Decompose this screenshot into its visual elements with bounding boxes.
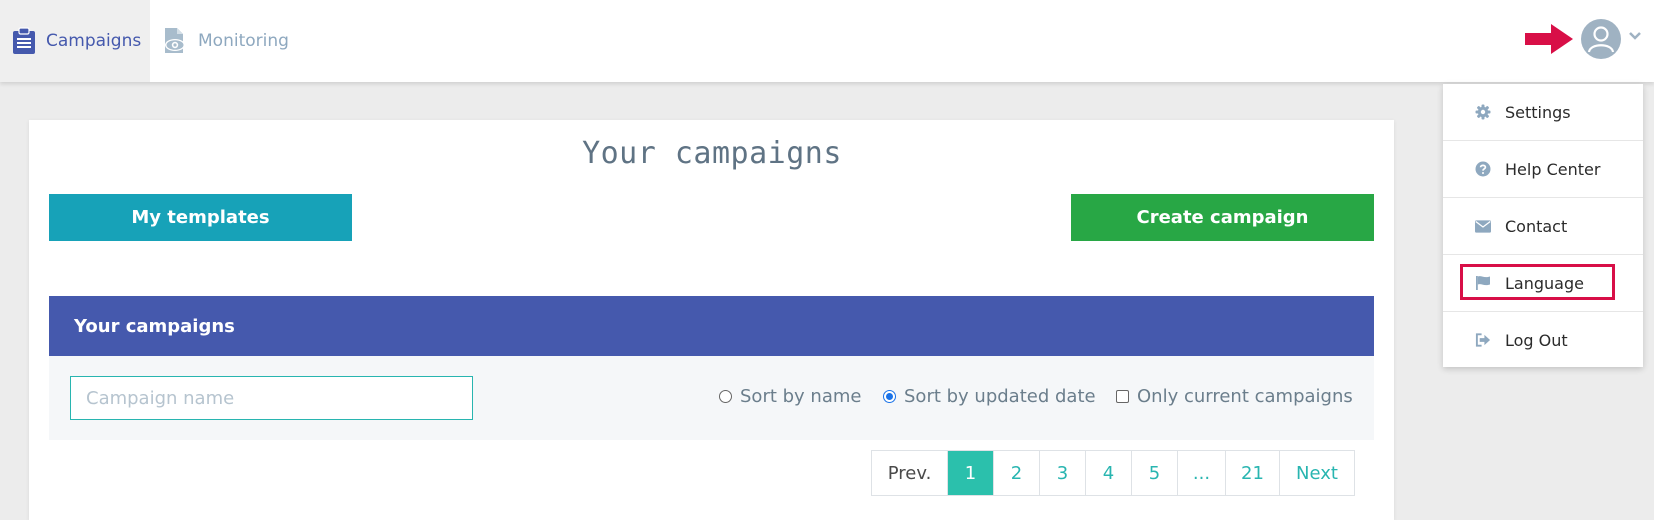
panel-header: Your campaigns [49, 296, 1374, 356]
menu-item-language[interactable]: Language [1443, 255, 1643, 311]
sort-by-updated-radio[interactable] [883, 390, 896, 403]
only-current-label: Only current campaigns [1137, 386, 1353, 407]
gear-icon [1475, 104, 1491, 120]
menu-item-settings-label: Settings [1505, 102, 1571, 122]
pagination-page-4[interactable]: 4 [1086, 451, 1132, 495]
sort-by-name-label: Sort by name [740, 386, 862, 407]
menu-item-help-center-label: Help Center [1505, 159, 1601, 179]
create-campaign-button[interactable]: Create campaign [1071, 194, 1374, 241]
menu-item-language-label: Language [1505, 273, 1584, 293]
tab-monitoring-label: Monitoring [198, 31, 289, 51]
sort-by-updated-option[interactable]: Sort by updated date [883, 386, 1096, 407]
pagination-page-3[interactable]: 3 [1040, 451, 1086, 495]
logout-icon [1475, 332, 1491, 348]
menu-item-log-out-label: Log Out [1505, 330, 1568, 350]
pagination-next[interactable]: Next [1280, 451, 1354, 495]
pagination-ellipsis: ... [1178, 451, 1226, 495]
document-eye-icon [165, 28, 185, 53]
pagination-prev[interactable]: Prev. [872, 451, 948, 495]
pagination-page-1[interactable]: 1 [948, 451, 994, 495]
pagination-page-5[interactable]: 5 [1132, 451, 1178, 495]
user-avatar-icon[interactable] [1581, 19, 1621, 59]
pagination-page-21[interactable]: 21 [1226, 451, 1280, 495]
user-dropdown-menu: Settings Help Center Contact Language Lo… [1443, 84, 1643, 367]
arrow-right-icon [1525, 24, 1573, 54]
page-title: Your campaigns [582, 136, 842, 171]
menu-item-contact-label: Contact [1505, 216, 1568, 236]
my-templates-button[interactable]: My templates [49, 194, 352, 241]
sort-by-name-radio[interactable] [719, 390, 732, 403]
menu-item-log-out[interactable]: Log Out [1443, 312, 1643, 368]
only-current-option[interactable]: Only current campaigns [1116, 386, 1353, 407]
tab-campaigns-label: Campaigns [46, 31, 142, 51]
sort-by-updated-label: Sort by updated date [904, 386, 1096, 407]
envelope-icon [1475, 218, 1491, 234]
question-circle-icon [1475, 161, 1491, 177]
tab-campaigns[interactable]: Campaigns [0, 0, 150, 82]
menu-item-contact[interactable]: Contact [1443, 198, 1643, 254]
pagination: Prev. 1 2 3 4 5 ... 21 Next [871, 450, 1355, 496]
campaign-name-input[interactable] [70, 376, 473, 420]
only-current-checkbox[interactable] [1116, 390, 1129, 403]
pagination-page-2[interactable]: 2 [994, 451, 1040, 495]
panel-title: Your campaigns [74, 315, 235, 337]
menu-item-settings[interactable]: Settings [1443, 84, 1643, 140]
menu-item-help-center[interactable]: Help Center [1443, 141, 1643, 197]
chevron-down-icon[interactable] [1628, 31, 1642, 41]
sort-by-name-option[interactable]: Sort by name [719, 386, 861, 407]
top-navbar: Campaigns Monitoring [0, 0, 1654, 82]
clipboard-icon [13, 27, 35, 54]
flag-icon [1475, 275, 1491, 291]
tab-monitoring[interactable]: Monitoring [150, 0, 300, 82]
